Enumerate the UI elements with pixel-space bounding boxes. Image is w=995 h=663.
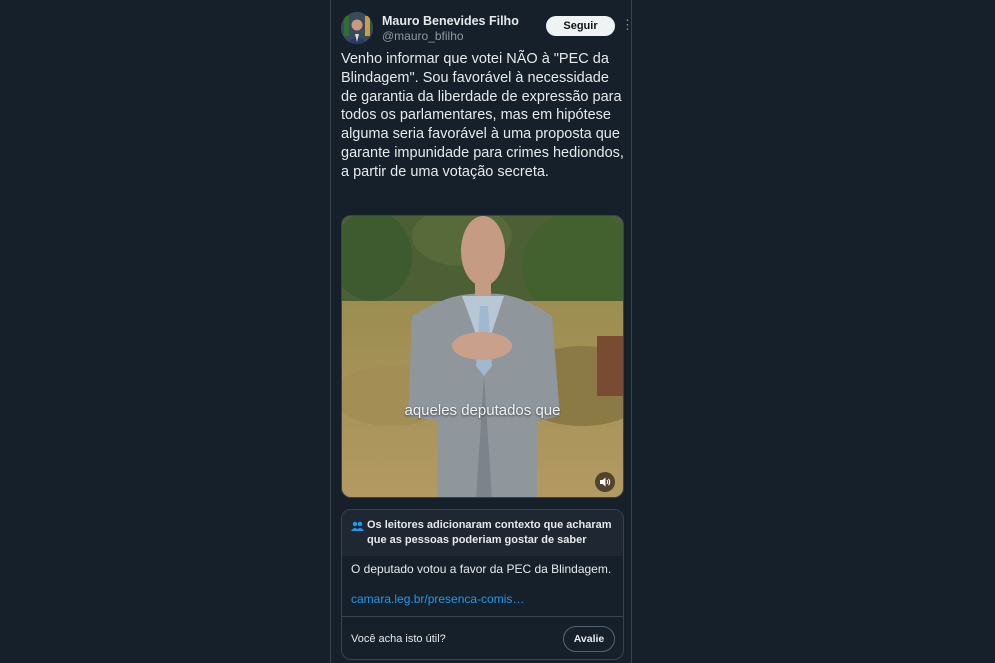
tweet-header: Mauro Benevides Filho @mauro_bfilho Segu… — [341, 12, 634, 46]
tweet-card: Mauro Benevides Filho @mauro_bfilho Segu… — [330, 0, 634, 663]
community-note: Os leitores adicionaram contexto que ach… — [341, 509, 624, 660]
author-name[interactable]: Mauro Benevides Filho — [382, 14, 519, 28]
volume-icon[interactable] — [595, 472, 615, 492]
video-caption: aqueles deputados que — [404, 402, 561, 419]
community-note-header: Os leitores adicionaram contexto que ach… — [342, 510, 623, 556]
community-note-body: O deputado votou a favor da PEC da Blind… — [351, 562, 612, 576]
helpful-question: Você acha isto útil? — [351, 633, 446, 645]
rate-button[interactable]: Avalie — [563, 626, 615, 652]
divider — [342, 616, 623, 617]
avatar[interactable] — [341, 12, 373, 44]
community-note-link[interactable]: camara.leg.br/presenca-comis… — [351, 592, 524, 606]
tweet-text: Venho informar que votei NÃO à "PEC da B… — [341, 51, 624, 180]
people-icon — [351, 519, 364, 537]
more-dots-icon[interactable]: ⋮ — [621, 17, 634, 33]
community-note-title: Os leitores adicionaram contexto que ach… — [367, 519, 612, 546]
video-frame — [342, 216, 623, 497]
video-player[interactable]: aqueles deputados que — [341, 215, 624, 498]
author-handle[interactable]: @mauro_bfilho — [382, 29, 464, 43]
follow-button[interactable]: Seguir — [546, 16, 615, 36]
